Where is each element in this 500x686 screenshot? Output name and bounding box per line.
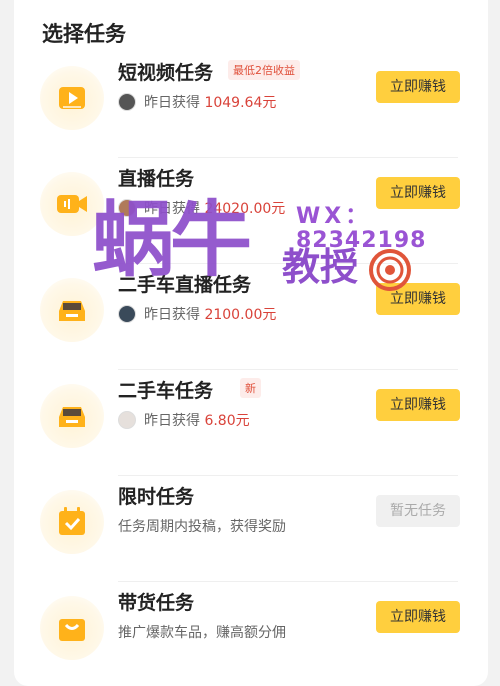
amount: 1049.64元 [204, 95, 277, 111]
video-play-icon [40, 66, 104, 130]
task-item-used-car-live[interactable]: 二手车直播任务 昨日获得 2100.00元 立即赚钱 [14, 264, 488, 370]
task-name: 短视频任务 [118, 62, 214, 84]
sub-prefix: 昨日获得 [144, 307, 200, 323]
car-icon [40, 278, 104, 342]
amount: 24020.00元 [204, 201, 286, 217]
sub-prefix: 昨日获得 [144, 95, 200, 111]
page-title: 选择任务 [42, 22, 126, 46]
no-task-button[interactable]: 暂无任务 [376, 495, 460, 527]
task-subtext: 昨日获得 2100.00元 [118, 304, 276, 324]
car-icon [40, 384, 104, 448]
task-name: 二手车任务 [118, 380, 214, 402]
calendar-check-icon [40, 490, 104, 554]
task-item-used-car[interactable]: 二手车任务 新 昨日获得 6.80元 立即赚钱 [14, 370, 488, 476]
sub-prefix: 昨日获得 [144, 201, 200, 217]
task-item-sales[interactable]: 带货任务 推广爆款车品，赚高额分佣 立即赚钱 [14, 582, 488, 686]
task-tag-new: 新 [240, 378, 261, 398]
earn-button[interactable]: 立即赚钱 [376, 177, 460, 209]
task-name: 限时任务 [118, 486, 195, 508]
task-name: 二手车直播任务 [118, 274, 252, 296]
earn-button[interactable]: 立即赚钱 [376, 71, 460, 103]
amount: 2100.00元 [204, 307, 277, 323]
earn-button[interactable]: 立即赚钱 [376, 283, 460, 315]
camera-icon [40, 172, 104, 236]
task-item-live[interactable]: 直播任务 昨日获得 24020.00元 立即赚钱 [14, 158, 488, 264]
task-description: 任务周期内投稿，获得奖励 [118, 519, 286, 535]
earn-button[interactable]: 立即赚钱 [376, 389, 460, 421]
earn-button[interactable]: 立即赚钱 [376, 601, 460, 633]
task-subtext: 昨日获得 1049.64元 [118, 92, 276, 112]
task-item-short-video[interactable]: 短视频任务 最低2倍收益 昨日获得 1049.64元 立即赚钱 [14, 52, 488, 158]
avatar [118, 411, 136, 429]
task-item-limited-time[interactable]: 限时任务 任务周期内投稿，获得奖励 暂无任务 [14, 476, 488, 582]
task-subtext: 昨日获得 6.80元 [118, 410, 250, 430]
avatar [118, 305, 136, 323]
sub-prefix: 昨日获得 [144, 413, 200, 429]
avatar [118, 199, 136, 217]
task-subtext: 昨日获得 24020.00元 [118, 198, 285, 218]
avatar [118, 93, 136, 111]
task-description: 推广爆款车品，赚高额分佣 [118, 625, 286, 641]
task-name: 带货任务 [118, 592, 195, 614]
task-tag: 最低2倍收益 [228, 60, 300, 80]
amount: 6.80元 [204, 413, 250, 429]
shopping-bag-icon [40, 596, 104, 660]
task-name: 直播任务 [118, 168, 195, 190]
